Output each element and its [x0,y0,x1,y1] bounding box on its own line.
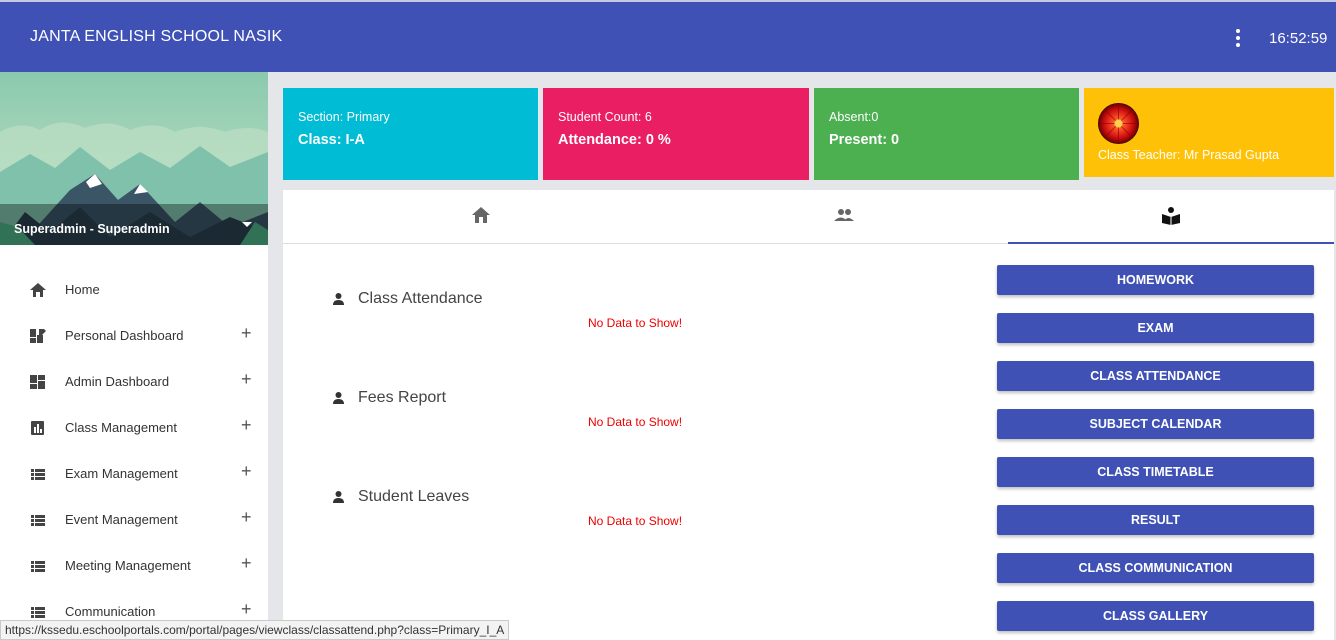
class-panel: Class Attendance No Data to Show! Fees R… [283,190,1334,640]
sidebar-item-label: Admin Dashboard [65,374,170,389]
link-status-bar: https://kssedu.eschoolportals.com/portal… [0,620,510,640]
expand-icon[interactable]: + [241,462,252,480]
dashboard-icon [30,375,45,389]
school-name: JANTA ENGLISH SCHOOL NASIK [30,28,283,45]
section-card: Section: Primary Class: I-A [283,88,538,180]
sidebar: Superadmin - Superadmin Home Personal Da… [0,72,268,640]
chevron-down-icon[interactable] [242,222,252,227]
sidebar-menu: Home Personal Dashboard + Admin Dashboar… [0,266,268,634]
tab-book[interactable] [1008,190,1334,244]
profile-banner: Superadmin - Superadmin [0,72,268,245]
sidebar-item-label: Personal Dashboard [65,328,184,343]
class-timetable-button[interactable]: CLASS TIMETABLE [997,457,1314,487]
expand-icon[interactable]: + [241,370,252,388]
active-tab-indicator [1008,242,1334,244]
person-icon [333,491,344,503]
clock-time: 16:52:59 [1269,30,1328,47]
home-icon [30,283,46,297]
sidebar-item-label: Event Management [65,512,178,527]
section-title: Class Attendance [358,290,483,307]
person-icon [333,293,344,305]
class-communication-button[interactable]: CLASS COMMUNICATION [997,553,1314,583]
section-title: Fees Report [358,389,447,406]
chart-icon [31,421,44,435]
class-attendance-button[interactable]: CLASS ATTENDANCE [997,361,1314,391]
list-icon [31,607,45,618]
sidebar-item-class-management[interactable]: Class Management + [0,404,268,450]
homework-button[interactable]: HOMEWORK [997,265,1314,295]
sidebar-item-label: Communication [65,604,156,619]
section-label: Section: Primary [298,110,390,124]
class-label: Class: I-A [298,132,365,148]
person-icon [333,392,344,404]
class-teacher-card: Class Teacher: Mr Prasad Gupta [1084,88,1334,177]
list-icon [31,515,45,526]
no-data-message: No Data to Show! [588,415,683,429]
sidebar-item-home[interactable]: Home [0,266,268,312]
dashboard-edit-icon [30,329,46,343]
expand-icon[interactable]: + [241,508,252,526]
list-icon [31,469,45,480]
subject-calendar-button[interactable]: SUBJECT CALENDAR [997,409,1314,439]
expand-icon[interactable]: + [241,324,252,342]
sidebar-item-meeting-management[interactable]: Meeting Management + [0,542,268,588]
no-data-message: No Data to Show! [588,316,683,330]
sidebar-item-label: Class Management [65,420,177,435]
top-app-bar: JANTA ENGLISH SCHOOL NASIK 16:52:59 [0,0,1336,72]
exam-button[interactable]: EXAM [997,313,1314,343]
sidebar-item-label: Meeting Management [65,558,191,573]
list-icon [31,561,45,572]
no-data-message: No Data to Show! [588,514,683,528]
class-teacher-name: Class Teacher: Mr Prasad Gupta [1098,148,1280,162]
sidebar-item-exam-management[interactable]: Exam Management + [0,450,268,496]
present-count: Present: 0 [829,132,900,148]
class-gallery-button[interactable]: CLASS GALLERY [997,601,1314,631]
sidebar-item-label: Exam Management [65,466,178,481]
tab-people[interactable] [633,190,983,244]
absent-count: Absent:0 [829,110,879,124]
home-icon [472,207,490,223]
expand-icon[interactable]: + [241,416,252,434]
sidebar-item-event-management[interactable]: Event Management + [0,496,268,542]
people-icon [834,209,854,221]
sidebar-item-label: Home [65,282,100,297]
student-count: Student Count: 6 [558,110,652,124]
section-title: Student Leaves [358,488,470,505]
book-reader-icon [1162,207,1180,225]
sidebar-item-admin-dashboard[interactable]: Admin Dashboard + [0,358,268,404]
teacher-avatar [1098,103,1139,144]
tab-bar [283,190,1334,244]
attendance-percent: Attendance: 0 % [558,132,671,148]
absent-present-card: Absent:0 Present: 0 [814,88,1079,180]
expand-icon[interactable]: + [241,600,252,618]
sidebar-item-personal-dashboard[interactable]: Personal Dashboard + [0,312,268,358]
result-button[interactable]: RESULT [997,505,1314,535]
expand-icon[interactable]: + [241,554,252,572]
user-name: Superadmin - Superadmin [14,222,170,236]
more-vert-icon[interactable] [1228,26,1248,50]
student-count-card: Student Count: 6 Attendance: 0 % [543,88,809,180]
tab-home[interactable] [283,190,633,244]
